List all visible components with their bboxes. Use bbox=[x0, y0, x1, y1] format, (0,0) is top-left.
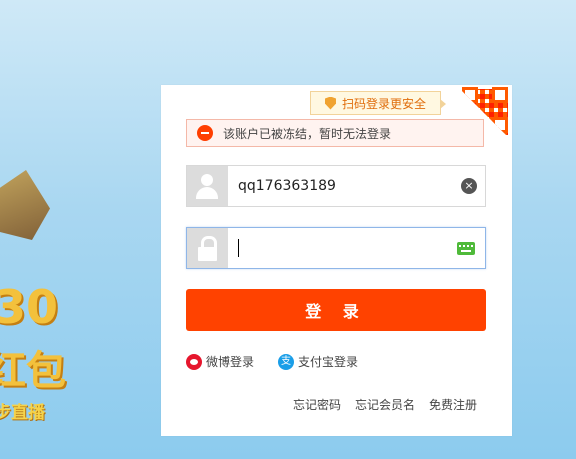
password-field[interactable] bbox=[186, 227, 486, 269]
alipay-login-label: 支付宝登录 bbox=[298, 355, 359, 369]
forgot-password-link[interactable]: 忘记密码 bbox=[293, 396, 341, 413]
promo-redpacket: 红包 bbox=[0, 348, 66, 394]
weibo-icon bbox=[186, 353, 202, 370]
register-link[interactable]: 免费注册 bbox=[429, 396, 477, 413]
text-caret bbox=[238, 239, 239, 257]
error-text: 该账户已被冻结，暂时无法登录 bbox=[223, 126, 392, 141]
boat-decoration bbox=[0, 170, 50, 240]
alipay-icon: 支 bbox=[278, 353, 295, 370]
social-login: 微博登录 支 支付宝登录 bbox=[186, 353, 358, 370]
weibo-login-label: 微博登录 bbox=[206, 355, 255, 369]
qr-login-tip[interactable]: 扫码登录更安全 bbox=[310, 91, 446, 115]
alipay-login[interactable]: 支 支付宝登录 bbox=[278, 353, 358, 370]
promo-banner: 30 红包 步直播 bbox=[0, 0, 160, 459]
lock-icon bbox=[187, 228, 228, 268]
error-message-box: 该账户已被冻结，暂时无法登录 bbox=[186, 119, 484, 147]
username-value[interactable]: qq176363189 bbox=[228, 178, 461, 194]
password-input[interactable] bbox=[228, 239, 457, 257]
login-button[interactable]: 登 录 bbox=[186, 289, 486, 331]
forgot-member-link[interactable]: 忘记会员名 bbox=[355, 396, 415, 413]
qr-finder bbox=[462, 87, 478, 103]
promo-live: 步直播 bbox=[0, 403, 45, 423]
qr-finder bbox=[492, 87, 508, 103]
qr-tip-label: 扫码登录更安全 bbox=[341, 96, 426, 111]
user-icon bbox=[187, 166, 228, 206]
error-icon bbox=[197, 125, 213, 141]
clear-icon[interactable]: × bbox=[461, 178, 477, 194]
qr-finder bbox=[492, 117, 508, 133]
account-links: 忘记密码 忘记会员名 免费注册 bbox=[293, 396, 477, 413]
promo-number: 30 bbox=[0, 280, 59, 334]
login-panel: 扫码登录更安全 该账户已被冻结，暂时无法登录 qq176363189 × 登 录… bbox=[161, 85, 512, 436]
weibo-login[interactable]: 微博登录 bbox=[186, 353, 254, 370]
keyboard-icon[interactable] bbox=[457, 241, 475, 255]
username-field[interactable]: qq176363189 × bbox=[186, 165, 486, 207]
shield-icon bbox=[324, 96, 336, 110]
